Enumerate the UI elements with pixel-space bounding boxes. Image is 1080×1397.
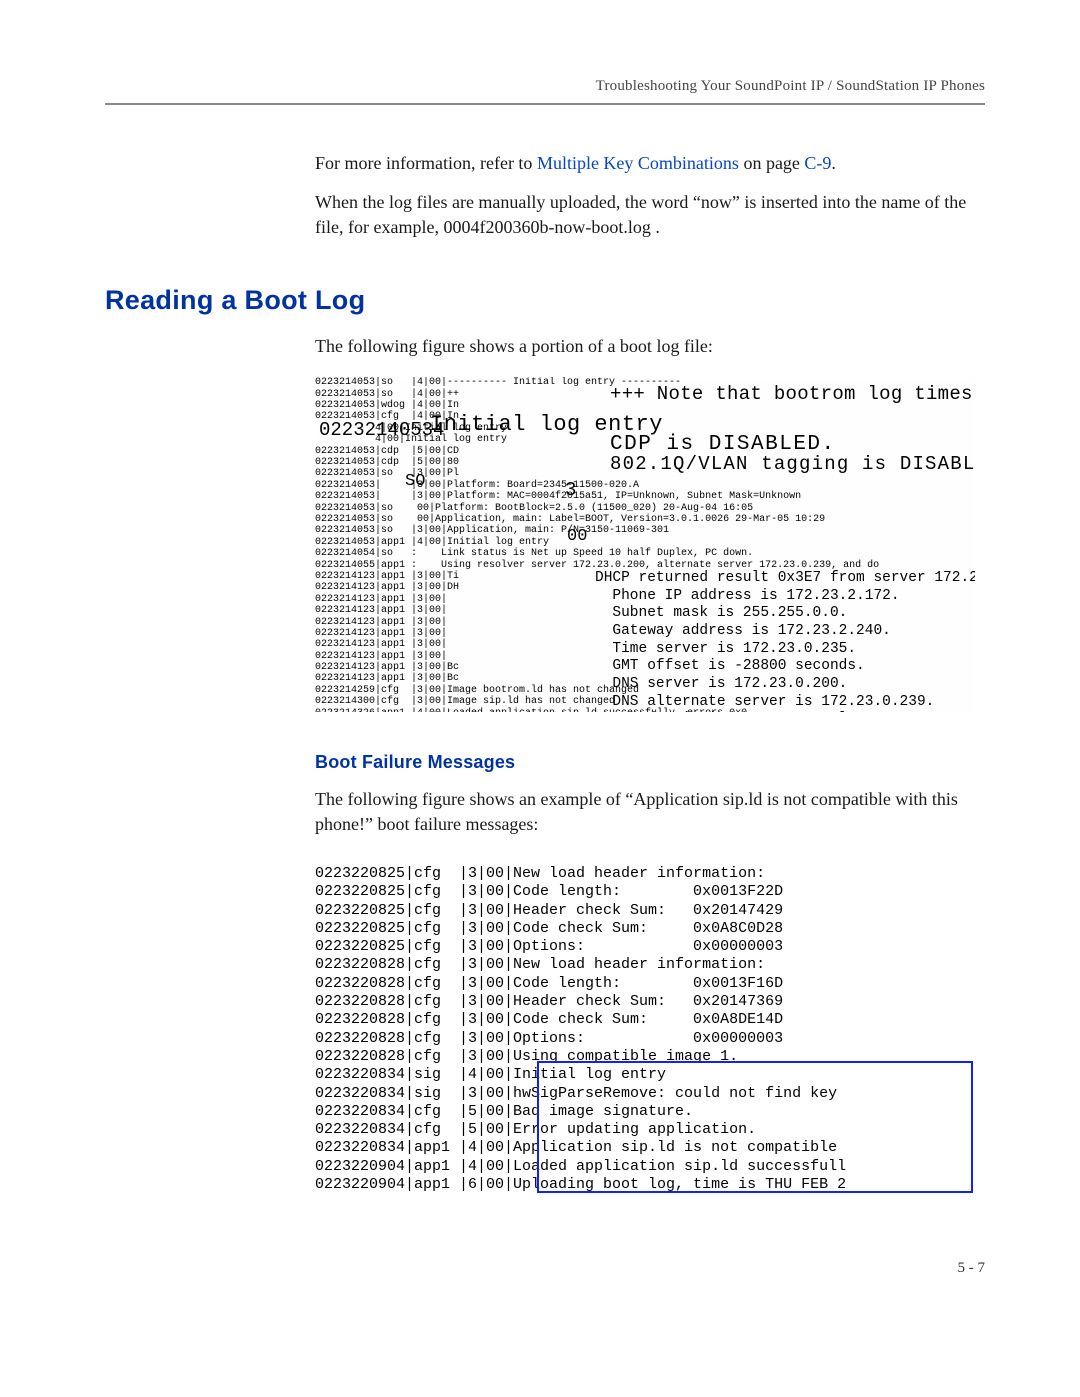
multiple-key-combinations-link[interactable]: Multiple Key Combinations (537, 153, 739, 173)
timestamp-large-tag: 02232140534 (319, 419, 444, 441)
boot-failure-log: 0223220825|cfg |3|00|New load header inf… (315, 863, 975, 1200)
page-number: 5 - 7 (105, 1260, 985, 1277)
boot-failure-figure: 0223220825|cfg |3|00|New load header inf… (315, 863, 975, 1200)
boot-log-lead: The following figure shows a portion of … (315, 334, 985, 359)
code-00-tag: 00 (567, 527, 587, 546)
boot-log-figure: 0223214053|so |4|00|---------- Initial l… (315, 377, 975, 712)
section-heading-boot-log: Reading a Boot Log (105, 285, 985, 316)
intro-text-b: on page (739, 153, 804, 173)
intro-text-c: . (831, 153, 836, 173)
dhcp-result-block: DHCP returned result 0x3E7 from server 1… (595, 570, 975, 713)
running-header: Troubleshooting Your SoundPoint IP / Sou… (105, 78, 985, 95)
level-3-tag: 3 (565, 479, 576, 501)
intro-para-2: When the log files are manually uploaded… (315, 190, 985, 240)
page-ref-link[interactable]: C-9 (804, 153, 831, 173)
subsection-heading-boot-failure: Boot Failure Messages (315, 752, 985, 773)
boot-failure-lead: The following figure shows an example of… (315, 787, 985, 837)
intro-para-1: For more information, refer to Multiple … (315, 151, 985, 176)
so-tag: SO (405, 472, 425, 491)
intro-text-a: For more information, refer to (315, 153, 537, 173)
